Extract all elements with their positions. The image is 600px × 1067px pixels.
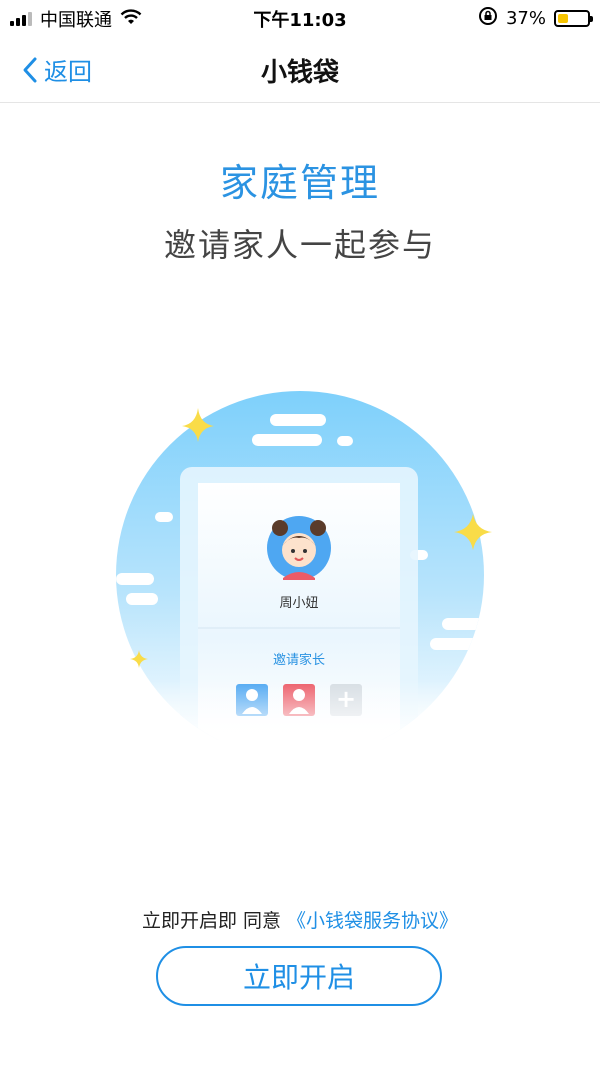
orientation-lock-icon <box>478 6 498 31</box>
agreement-link[interactable]: 《小钱袋服务协议》 <box>287 910 458 932</box>
agreement-text: 立即开启即 同意 《小钱袋服务协议》 <box>0 906 600 933</box>
battery-icon <box>554 10 593 27</box>
agreement-prefix: 立即开启即 同意 <box>141 910 288 932</box>
start-now-button[interactable]: 立即开启 <box>156 946 442 1006</box>
battery-fill <box>558 14 569 23</box>
feature-subheading: 邀请家人一起参与 <box>163 226 436 264</box>
feature-heading: 家庭管理 <box>219 161 380 205</box>
page-title: 小钱袋 <box>260 58 339 88</box>
battery-percent: 37% <box>505 8 546 29</box>
invite-parents-label: 邀请家长 <box>273 652 325 668</box>
family-illustration: 周小妞 邀请家长 + <box>0 380 600 759</box>
add-icon: + <box>336 685 356 713</box>
child-name: 周小妞 <box>279 596 318 611</box>
nav-bar: 返回 小钱袋 <box>0 34 600 103</box>
status-right: 37% <box>478 6 593 31</box>
child-avatar <box>267 516 331 580</box>
status-bar: 中国联通 下午11:03 37% <box>0 0 600 34</box>
